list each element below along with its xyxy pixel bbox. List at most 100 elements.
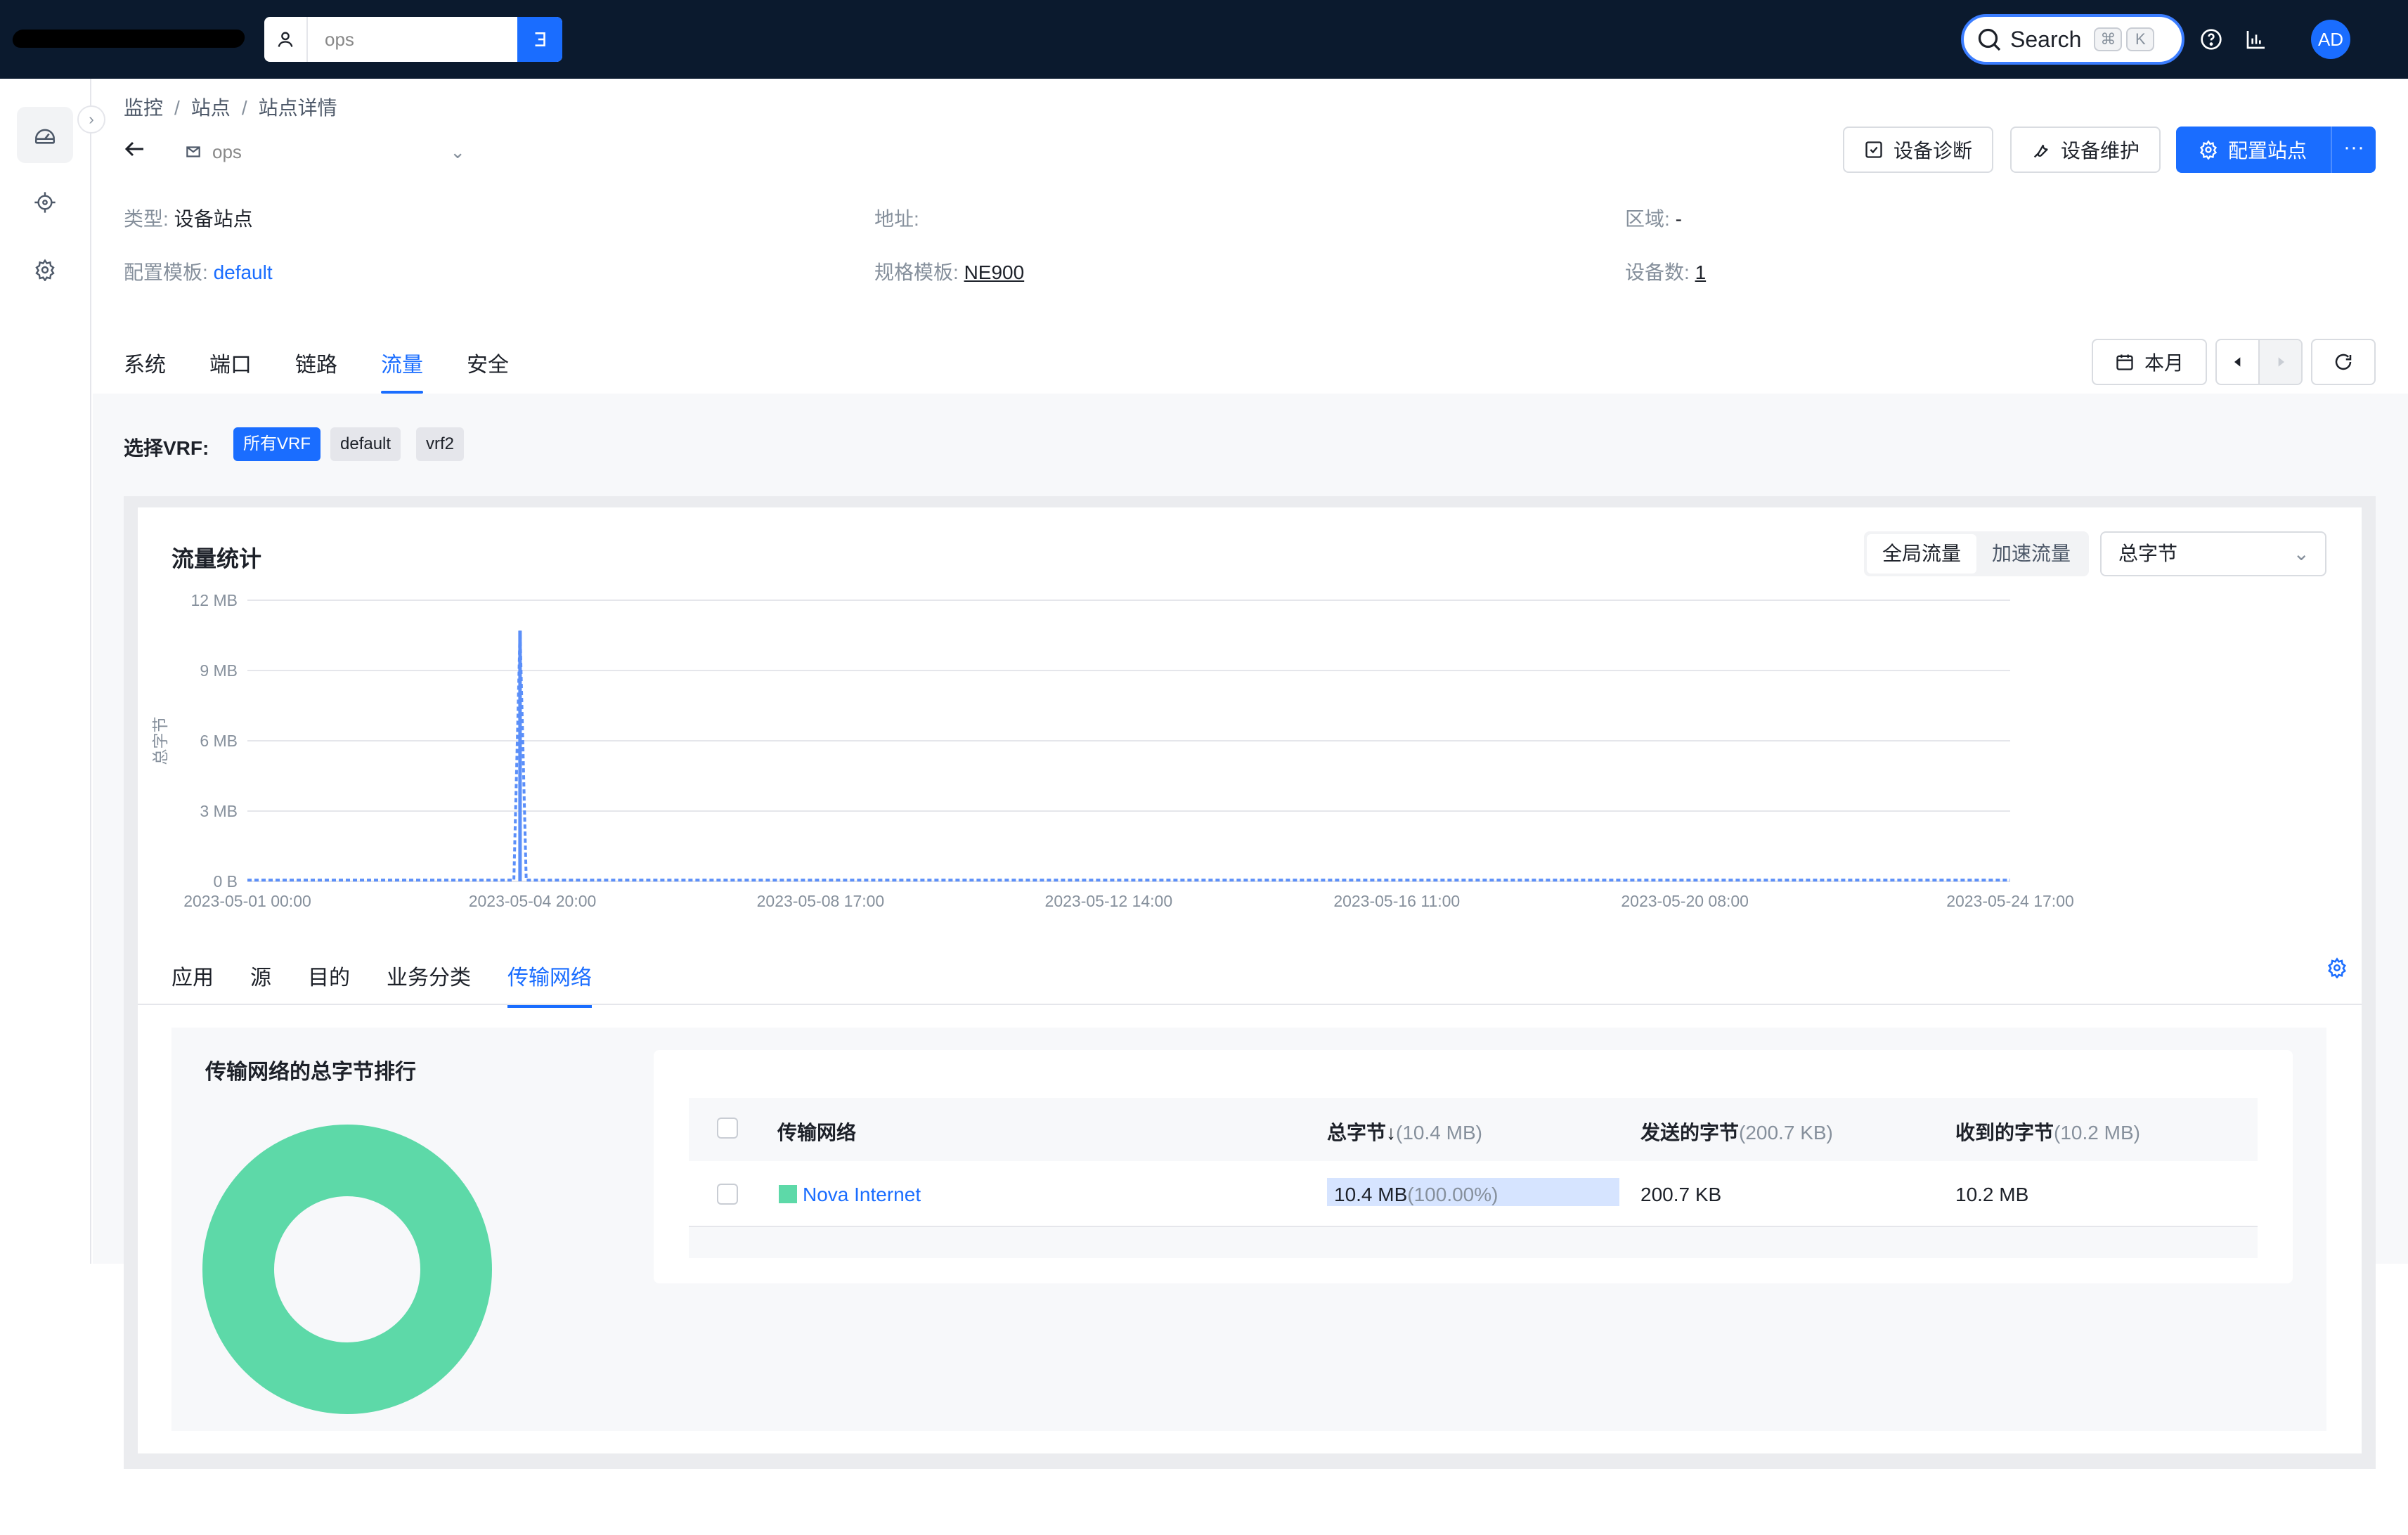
x-tick-label: 2023-05-12 14:00 (1045, 892, 1173, 910)
kbd-k: K (2126, 27, 2155, 51)
row-sent: 200.7 KB (1640, 1184, 1722, 1205)
refresh-icon (2335, 354, 2352, 370)
wrench-icon (2033, 144, 2048, 158)
ranking-title: 传输网络的总字节排行 (205, 1061, 416, 1084)
date-range-button[interactable]: 本月 (2092, 339, 2207, 385)
x-tick-label: 2023-05-24 17:00 (1946, 892, 2074, 910)
search-button[interactable]: Search ⌘ K (1961, 14, 2184, 65)
row-network[interactable]: Nova Internet (803, 1184, 921, 1206)
x-tick-label: 2023-05-20 08:00 (1621, 892, 1749, 910)
col-recv[interactable]: 收到的字节(10.2 MB) (1955, 1118, 2140, 1146)
tab-transport-network[interactable]: 传输网络 (507, 960, 592, 1008)
sidebar-collapse-button[interactable]: › (77, 105, 105, 134)
help-icon[interactable] (2197, 25, 2225, 53)
tab-links[interactable]: 链路 (295, 347, 337, 394)
spec-template-link[interactable]: NE900 (964, 261, 1025, 283)
col-sent-label: 发送的字节 (1640, 1122, 1740, 1144)
logo (11, 30, 246, 48)
switch-button[interactable] (517, 17, 562, 62)
configure-site-button[interactable]: 配置站点 (2176, 127, 2331, 173)
diagnose-label: 设备诊断 (1894, 140, 1973, 162)
col-recv-sum: (10.2 MB) (2054, 1122, 2140, 1144)
y-tick-label: 12 MB (191, 591, 238, 609)
info-region: 区域: - (1625, 208, 1682, 230)
back-button[interactable] (122, 136, 148, 165)
col-total-label: 总字节 (1327, 1122, 1387, 1144)
maintain-button[interactable]: 设备维护 (2010, 127, 2161, 173)
donut-slice (202, 1125, 492, 1414)
metric-value: 总字节 (2118, 543, 2178, 564)
tab-traffic[interactable]: 流量 (381, 347, 423, 394)
tab-application[interactable]: 应用 (171, 960, 214, 1008)
refresh-button[interactable] (2311, 339, 2376, 385)
device-count-link[interactable]: 1 (1695, 261, 1707, 283)
more-actions-button[interactable]: ··· (2331, 127, 2376, 173)
caret-left-icon (2234, 357, 2240, 367)
x-tick-label: 2023-05-04 20:00 (469, 892, 597, 910)
gear-icon (2328, 957, 2346, 980)
sort-desc-icon: ↓ (1386, 1122, 1397, 1144)
site-icon (186, 146, 200, 157)
scope-toggle: 全局流量 加速流量 (1864, 531, 2089, 576)
site-name: ops (212, 141, 242, 162)
arrow-left-icon (124, 141, 143, 157)
row-recv: 10.2 MB (1955, 1184, 2029, 1205)
traffic-chart: 0 B 3 MB 6 MB 9 MB 12 MB 2023-05-01 00:00 2023… (151, 591, 2074, 910)
prev-period-button[interactable] (2217, 340, 2258, 384)
tab-source[interactable]: 源 (250, 960, 271, 1008)
tab-destination[interactable]: 目的 (308, 960, 350, 1008)
tab-business-category[interactable]: 业务分类 (387, 960, 471, 1008)
tab-security[interactable]: 安全 (467, 347, 509, 394)
breadcrumb-item[interactable]: 站点 (191, 97, 231, 119)
caret-right-icon (2278, 357, 2284, 367)
tab-ports[interactable]: 端口 (209, 347, 252, 394)
col-network: 传输网络 (777, 1122, 857, 1144)
vrf-option-default[interactable]: default (330, 427, 401, 461)
select-all-checkbox[interactable] (717, 1118, 738, 1139)
col-sent[interactable]: 发送的字节(200.7 KB) (1640, 1118, 1833, 1146)
sidebar-item-settings[interactable] (17, 242, 73, 298)
breadcrumb-item: 站点详情 (258, 97, 337, 119)
series-line (247, 630, 2010, 882)
col-total[interactable]: 总字节↓(10.4 MB) (1327, 1118, 1482, 1146)
user-icon (264, 17, 308, 62)
kbd-cmd: ⌘ (2094, 27, 2123, 51)
info-device-count: 设备数: 1 (1625, 261, 1707, 283)
breadcrumb-item[interactable]: 监控 (124, 97, 163, 119)
calendar-icon (2116, 354, 2133, 370)
next-period-button[interactable] (2258, 340, 2301, 384)
search-icon (1978, 28, 2001, 51)
scope-global[interactable]: 全局流量 (1867, 534, 1976, 574)
target-icon (34, 192, 56, 213)
x-tick-label: 2023-05-08 17:00 (757, 892, 885, 910)
site-selector[interactable]: ops ⌄ (184, 138, 465, 166)
table-settings-button[interactable] (2326, 957, 2348, 982)
vrf-option-all[interactable]: 所有VRF (233, 427, 321, 461)
top-bar: ops ⌄ Search ⌘ K AD (0, 0, 2408, 79)
scope-accelerated[interactable]: 加速流量 (1976, 534, 2086, 574)
info-spec-template: 规格模板: NE900 (874, 261, 1025, 283)
breakdown-tabs: 应用 源 目的 业务分类 传输网络 (171, 960, 628, 1008)
diagnose-button[interactable]: 设备诊断 (1843, 127, 1994, 173)
config-template-link[interactable]: default (214, 261, 273, 283)
vrf-option-vrf2[interactable]: vrf2 (416, 427, 465, 461)
chart-title: 流量统计 (171, 546, 262, 571)
org-value: ops (325, 28, 354, 50)
avatar[interactable]: AD (2311, 20, 2350, 59)
stats-icon[interactable] (2242, 25, 2270, 53)
metric-select[interactable]: 总字节 ⌄ (2100, 531, 2326, 576)
row-checkbox[interactable] (717, 1184, 738, 1205)
table-footer (689, 1227, 2258, 1258)
sidebar-item-locate[interactable] (17, 174, 73, 231)
dashboard-icon (34, 129, 56, 144)
maintain-label: 设备维护 (2061, 140, 2140, 162)
col-sent-sum: (200.7 KB) (1739, 1122, 1833, 1144)
configure-label: 配置站点 (2228, 140, 2307, 162)
sidebar-item-monitor[interactable] (17, 107, 73, 163)
tab-system[interactable]: 系统 (124, 347, 166, 394)
y-axis-label: 总字节 (151, 717, 169, 765)
gear-icon (2199, 140, 2218, 160)
x-tick-label: 2023-05-01 00:00 (183, 892, 311, 910)
divider (138, 1004, 2362, 1005)
info-config-template: 配置模板: default (124, 261, 273, 283)
